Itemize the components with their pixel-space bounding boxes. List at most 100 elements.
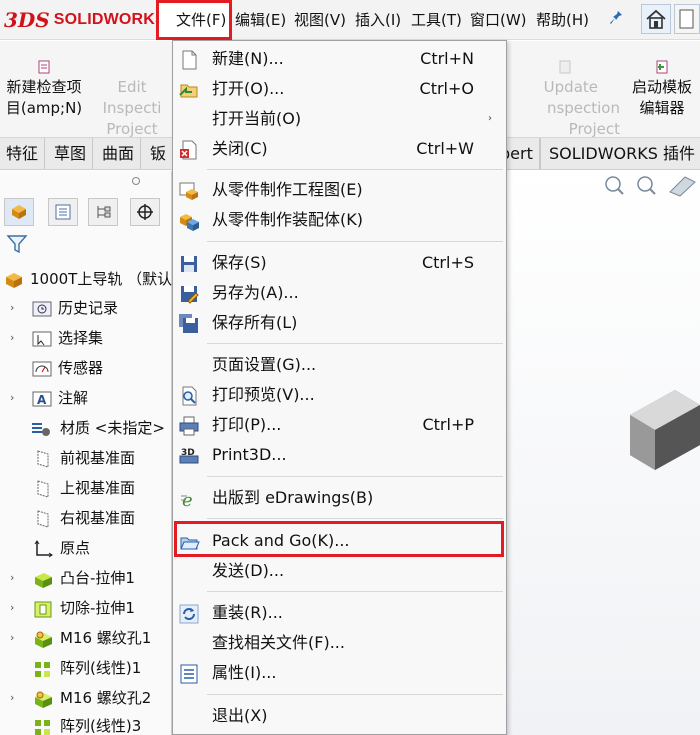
menu-item-shortcut: Ctrl+O [419, 79, 474, 98]
menu-item-close[interactable]: 关闭(C) Ctrl+W [173, 134, 506, 164]
tree-item-label: 注解 [58, 389, 89, 407]
panel-splitter-handle[interactable] [132, 177, 140, 185]
tab-surfaces[interactable]: 曲面 [96, 138, 142, 169]
tab-sketch[interactable]: 草图 [48, 138, 94, 169]
menu-item-publish-edrawings[interactable]: e 出版到 eDrawings(B) [173, 483, 506, 513]
reload-icon [178, 603, 200, 625]
inspection-icon [37, 59, 51, 74]
menu-item-print[interactable]: 打印(P)... Ctrl+P [173, 410, 506, 440]
home-button[interactable] [641, 4, 671, 34]
tree-item-m16-tapped-hole1[interactable]: › M16 螺纹孔1 [0, 624, 172, 652]
new-doc-icon [178, 49, 200, 71]
expand-arrow-icon[interactable]: › [10, 594, 14, 622]
menu-item-send[interactable]: 发送(D)... [173, 556, 506, 586]
edit-inspection-project-button[interactable]: Edit Inspecti Project [88, 41, 176, 138]
edrawings-icon: e [178, 488, 200, 511]
menu-item-exit[interactable]: 退出(X) [173, 701, 506, 731]
tab-sheet-metal[interactable]: 钣 [144, 138, 174, 169]
print3d-icon: 3D [178, 445, 200, 467]
tree-item-linear-pattern1[interactable]: 阵列(线性)1 [0, 654, 172, 682]
tab-solidworks-addins[interactable]: SOLIDWORKS 插件 [540, 138, 700, 169]
menu-item-make-assembly[interactable]: 从零件制作装配体(K) [173, 205, 506, 235]
menu-insert[interactable]: 插入(I) [355, 9, 401, 30]
tree-item-linear-pattern3[interactable]: 阵列(线性)3 [0, 712, 172, 735]
expand-arrow-icon[interactable]: › [10, 324, 14, 352]
menu-help[interactable]: 帮助(H) [536, 9, 589, 30]
expand-arrow-icon[interactable]: › [10, 684, 14, 712]
print-icon [178, 415, 200, 437]
tree-item-top-plane[interactable]: 上视基准面 [0, 474, 172, 502]
expand-arrow-icon[interactable]: › [10, 384, 14, 412]
tree-item-label: 材质 <未指定> [60, 419, 165, 437]
menu-item-shortcut: Ctrl+P [422, 415, 474, 434]
template-editor-icon [655, 59, 669, 74]
new-inspection-project-button[interactable]: 新建检查项 目(amp;N) [0, 41, 88, 137]
menu-item-properties[interactable]: 属性(I)... [173, 658, 506, 688]
menu-file[interactable]: 文件(F) [176, 9, 226, 30]
property-manager-icon [55, 204, 71, 220]
save-all-icon [178, 313, 200, 335]
menu-item-print-preview[interactable]: 打印预览(V)... [173, 380, 506, 410]
menu-edit[interactable]: 编辑(E) [235, 9, 286, 30]
menu-item-reload[interactable]: 重装(R)... [173, 598, 506, 628]
solidworks-logo[interactable]: 3DS SOLIDWORKS [4, 7, 166, 33]
feature-manager-tab[interactable] [4, 198, 34, 226]
tab-features[interactable]: 特征 [0, 138, 46, 169]
tree-item-cut-extrude1[interactable]: › 切除-拉伸1 [0, 594, 172, 622]
property-manager-tab[interactable] [48, 198, 78, 226]
menu-separator [207, 169, 503, 170]
menu-item-open-current[interactable]: 打开当前(O) › [173, 104, 506, 134]
menu-item-label: 重装(R)... [212, 603, 283, 622]
button-label: 编辑器 [639, 99, 685, 117]
menu-view[interactable]: 视图(V) [294, 9, 346, 30]
part-model-view[interactable] [620, 385, 700, 489]
menu-item-make-drawing[interactable]: 从零件制作工程图(E) [173, 175, 506, 205]
expand-arrow-icon[interactable]: › [10, 624, 14, 652]
menu-item-new[interactable]: 新建(N)... Ctrl+N [173, 44, 506, 74]
plane-icon [34, 509, 54, 528]
dimxpert-manager-tab[interactable] [130, 198, 160, 226]
menu-item-print3d[interactable]: 3D Print3D... [173, 440, 506, 470]
menu-tools[interactable]: 工具(T) [411, 9, 462, 30]
new-document-button[interactable] [674, 4, 700, 34]
expand-arrow-icon[interactable]: › [10, 294, 14, 322]
menu-item-save-as[interactable]: 另存为(A)... [173, 278, 506, 308]
menu-item-save[interactable]: 保存(S) Ctrl+S [173, 248, 506, 278]
tree-item-m16-tapped-hole2[interactable]: › M16 螺纹孔2 [0, 684, 172, 712]
tree-item-selection-sets[interactable]: › 选择集 [0, 324, 172, 352]
crosshair-icon [137, 204, 153, 220]
menu-item-label: 页面设置(G)... [212, 355, 317, 374]
tree-item-material[interactable]: 材质 <未指定> [0, 414, 172, 442]
tree-item-front-plane[interactable]: 前视基准面 [0, 444, 172, 472]
menu-item-page-setup[interactable]: 页面设置(G)... [173, 350, 506, 380]
button-label: 启动模板 [631, 78, 692, 96]
filter-icon[interactable] [6, 233, 28, 259]
expand-arrow-icon[interactable]: › [10, 564, 14, 592]
tree-root-part[interactable]: 1000T上导轨 （默认 [0, 265, 172, 293]
tree-item-sensors[interactable]: 传感器 [0, 354, 172, 382]
update-inspection-project-button[interactable]: Update nspection Project [500, 41, 624, 138]
button-label: 新建检查项 [6, 78, 82, 96]
menu-window[interactable]: 窗口(W) [470, 9, 527, 30]
tree-item-origin[interactable]: 原点 [0, 534, 172, 562]
tree-item-history[interactable]: › 历史记录 [0, 294, 172, 322]
menu-item-open[interactable]: 打开(O)... Ctrl+O [173, 74, 506, 104]
menu-item-shortcut: Ctrl+N [420, 49, 474, 68]
configuration-manager-tab[interactable] [88, 198, 118, 226]
menu-item-label: 发送(D)... [212, 561, 285, 580]
save-icon [178, 253, 200, 275]
tree-item-annotations[interactable]: › A 注解 [0, 384, 172, 412]
menu-item-label: 属性(I)... [212, 663, 277, 682]
launch-template-editor-button[interactable]: 启动模板 编辑器 [624, 41, 700, 137]
menu-item-save-all[interactable]: 保存所有(L) [173, 308, 506, 338]
tree-item-boss-extrude1[interactable]: › 凸台-拉伸1 [0, 564, 172, 592]
menu-item-find-references[interactable]: 查找相关文件(F)... [173, 628, 506, 658]
tree-item-right-plane[interactable]: 右视基准面 [0, 504, 172, 532]
panel-tabs [0, 195, 172, 229]
tree-item-label: M16 螺纹孔2 [60, 689, 152, 707]
origin-icon [32, 539, 53, 558]
tree-item-label: M16 螺纹孔1 [60, 629, 152, 647]
annotation-icon: A [32, 389, 52, 407]
pin-icon[interactable] [609, 10, 623, 26]
menu-item-label: 从零件制作装配体(K) [212, 210, 363, 229]
